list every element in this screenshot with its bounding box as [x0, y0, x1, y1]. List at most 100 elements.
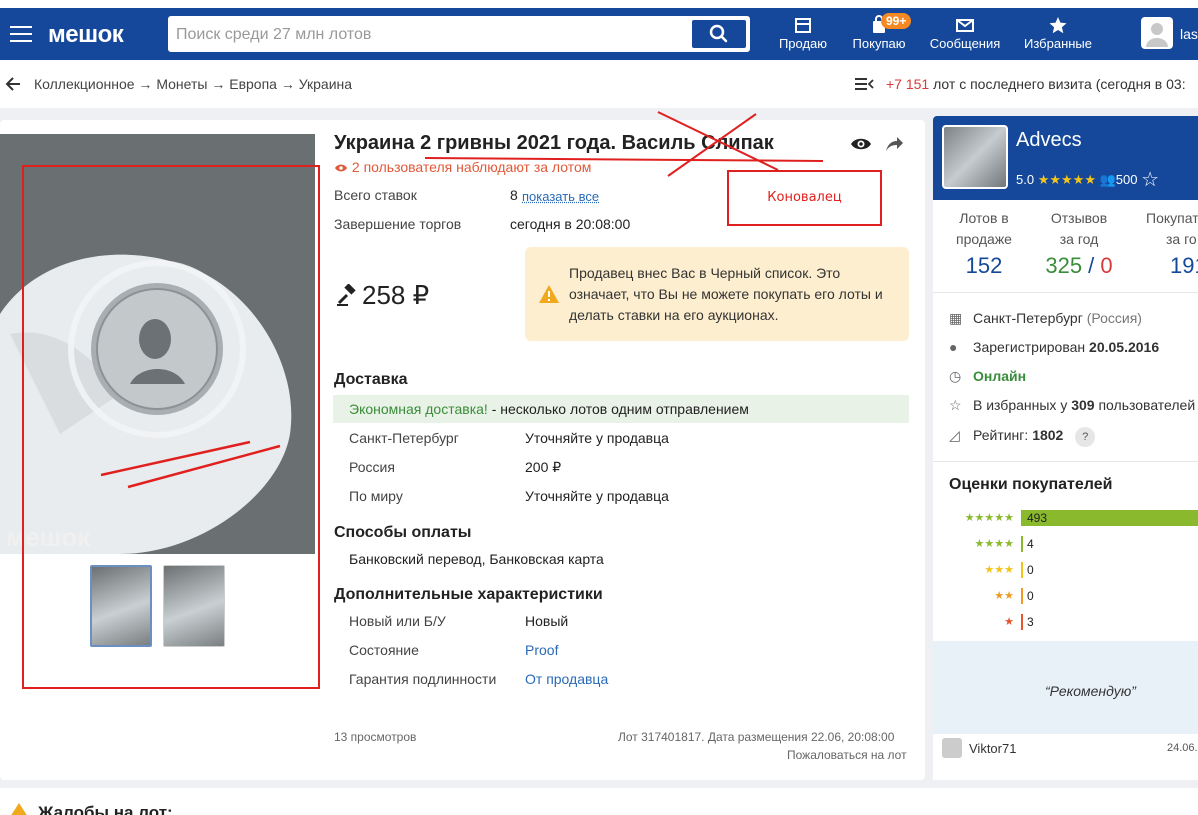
nav-sell-label: Продаю	[779, 36, 827, 51]
delivery-cost: 200 ₽	[525, 459, 561, 476]
breadcrumb-separator: →	[277, 76, 299, 92]
nav-favorites[interactable]: Избранные	[1022, 14, 1094, 51]
rating-bar	[1021, 510, 1198, 526]
payment-heading: Способы оплаты	[334, 524, 471, 542]
gavel-icon	[336, 284, 358, 306]
rating-stars-label: ★★★★★	[950, 511, 1014, 524]
seller-online-status: ◷ Онлайн	[949, 368, 1026, 385]
rating-bar	[1021, 562, 1023, 578]
rating-count: 0	[1027, 589, 1034, 603]
nav-sell[interactable]: Продаю	[776, 14, 830, 51]
seller-name[interactable]: Advecs	[1016, 129, 1082, 152]
seller-location: ▦ Санкт-Петербург (Россия)	[949, 310, 1142, 327]
rating-stars-icon: ★★★★★	[1038, 172, 1096, 187]
seller-stat-reviews[interactable]: Отзывов за год 325 / 0	[1038, 208, 1120, 276]
rating-count: 4	[1027, 537, 1034, 551]
rating-count: 493	[1027, 511, 1047, 525]
lot-info: Лот 317401817. Дата размещения 22.06, 20…	[618, 730, 894, 744]
delivery-region: Россия	[349, 459, 395, 475]
extra-label: Состояние	[349, 642, 419, 658]
delivery-heading: Доставка	[334, 371, 408, 389]
annotation-photo-box	[22, 165, 320, 689]
rating-bar	[1021, 536, 1023, 552]
seller-rating-score: ◿ Рейтинг: 1802 ?	[949, 427, 1095, 447]
add-favorite-star-icon[interactable]: ☆	[1141, 169, 1159, 191]
rating-count: 0	[1027, 563, 1034, 577]
annotation-correction-text: Коновалец	[729, 190, 880, 205]
seller-stat-buyers[interactable]: Покупатза го 191	[1132, 208, 1198, 276]
rating-bar	[1021, 588, 1023, 604]
seller-rating: 5.0 ★★★★★ 👥500 ☆	[1016, 165, 1159, 190]
rating-count: 3	[1027, 615, 1034, 629]
watch-eye-icon[interactable]	[850, 136, 872, 152]
breadcrumb: Коллекционное → Монеты → Европа → Украин…	[34, 76, 352, 92]
rating-stars-label: ★★★★	[950, 537, 1014, 550]
end-label: Завершение торгов	[334, 216, 461, 232]
extra-value-link[interactable]: От продавца	[525, 671, 608, 687]
search-button[interactable]	[692, 20, 746, 48]
search-input[interactable]	[176, 23, 686, 47]
complaints-heading: Жалобы на лот:	[38, 803, 173, 815]
nav-messages-label: Сообщения	[930, 36, 1001, 51]
seller-logo[interactable]	[942, 125, 1008, 189]
star-icon	[1047, 14, 1069, 36]
economy-delivery-banner: Экономная доставка! - несколько лотов од…	[333, 395, 909, 423]
menu-icon[interactable]	[10, 26, 32, 42]
extra-value: Новый	[525, 613, 568, 629]
followers-icon: 👥	[1100, 172, 1116, 187]
site-logo[interactable]: мешок	[48, 21, 123, 49]
rating-stars-label: ★	[950, 615, 1014, 628]
seller-stat-lots[interactable]: Лотов в продаже 152	[944, 208, 1024, 276]
back-arrow-icon[interactable]	[4, 75, 22, 93]
views-count: 13 просмотров	[334, 730, 416, 744]
share-icon[interactable]	[884, 135, 904, 153]
buy-count-badge: 99+	[881, 13, 911, 29]
extra-heading: Дополнительные характеристики	[334, 586, 603, 604]
watchers-info: 2 пользователя наблюдают за лотом	[334, 159, 591, 175]
breadcrumb-item[interactable]: Монеты	[156, 76, 207, 92]
rating-help-icon[interactable]: ?	[1075, 427, 1095, 447]
user-avatar[interactable]	[1141, 17, 1173, 49]
breadcrumb-item[interactable]: Украина	[299, 76, 352, 92]
delivery-region: По миру	[349, 488, 403, 504]
star-outline-icon: ☆	[949, 397, 965, 414]
extra-value-link[interactable]: Proof	[525, 642, 558, 658]
breadcrumb-item[interactable]: Европа	[229, 76, 277, 92]
new-lots-since-visit[interactable]: +7 151 лот с последнего визита (сегодня …	[886, 76, 1186, 92]
reviewer-name[interactable]: Viktor71	[969, 741, 1016, 756]
top-strip	[0, 0, 1198, 8]
seller-rating-value: 5.0	[1016, 172, 1034, 187]
bids-count: 8	[510, 187, 518, 203]
user-icon	[1141, 17, 1173, 49]
building-icon: ▦	[949, 310, 965, 327]
store-icon	[792, 14, 814, 36]
bottom-section	[0, 788, 1198, 815]
user-name[interactable]: las	[1180, 26, 1198, 42]
blacklist-warning: Продавец внес Вас в Черный список. Это о…	[525, 247, 909, 341]
seller-registered: ● Зарегистрирован 20.05.2016	[949, 339, 1159, 355]
buyer-ratings-heading: Оценки покупателей	[949, 476, 1112, 494]
extra-label: Новый или Б/У	[349, 613, 446, 629]
payment-methods: Банковский перевод, Банковская карта	[349, 551, 604, 567]
divider	[933, 292, 1198, 293]
watchers-text: 2 пользователя наблюдают за лотом	[352, 159, 592, 175]
nav-messages[interactable]: Сообщения	[928, 14, 1002, 51]
delivery-region: Санкт-Петербург	[349, 430, 459, 446]
chart-icon: ◿	[949, 427, 965, 444]
complain-link[interactable]: Пожаловаться на лот	[787, 748, 907, 762]
breadcrumb-separator: →	[135, 76, 157, 92]
show-all-bids-link[interactable]: показать все	[522, 189, 599, 204]
delivery-cost: Уточняйте у продавца	[525, 488, 669, 504]
extra-label: Гарантия подлинности	[349, 671, 496, 687]
end-time: сегодня в 20:08:00	[510, 216, 630, 232]
person-icon: ●	[949, 339, 965, 355]
list-collapse-icon[interactable]	[854, 76, 874, 92]
warning-icon	[10, 803, 28, 815]
nav-favorites-label: Избранные	[1024, 36, 1092, 51]
annotation-correction-box: Коновалец	[727, 170, 882, 226]
clock-icon: ◷	[949, 368, 965, 385]
blacklist-warning-text: Продавец внес Вас в Черный список. Это о…	[569, 263, 899, 326]
bids-label: Всего ставок	[334, 187, 417, 203]
nav-buy-label: Покупаю	[853, 36, 906, 51]
breadcrumb-item[interactable]: Коллекционное	[34, 76, 135, 92]
